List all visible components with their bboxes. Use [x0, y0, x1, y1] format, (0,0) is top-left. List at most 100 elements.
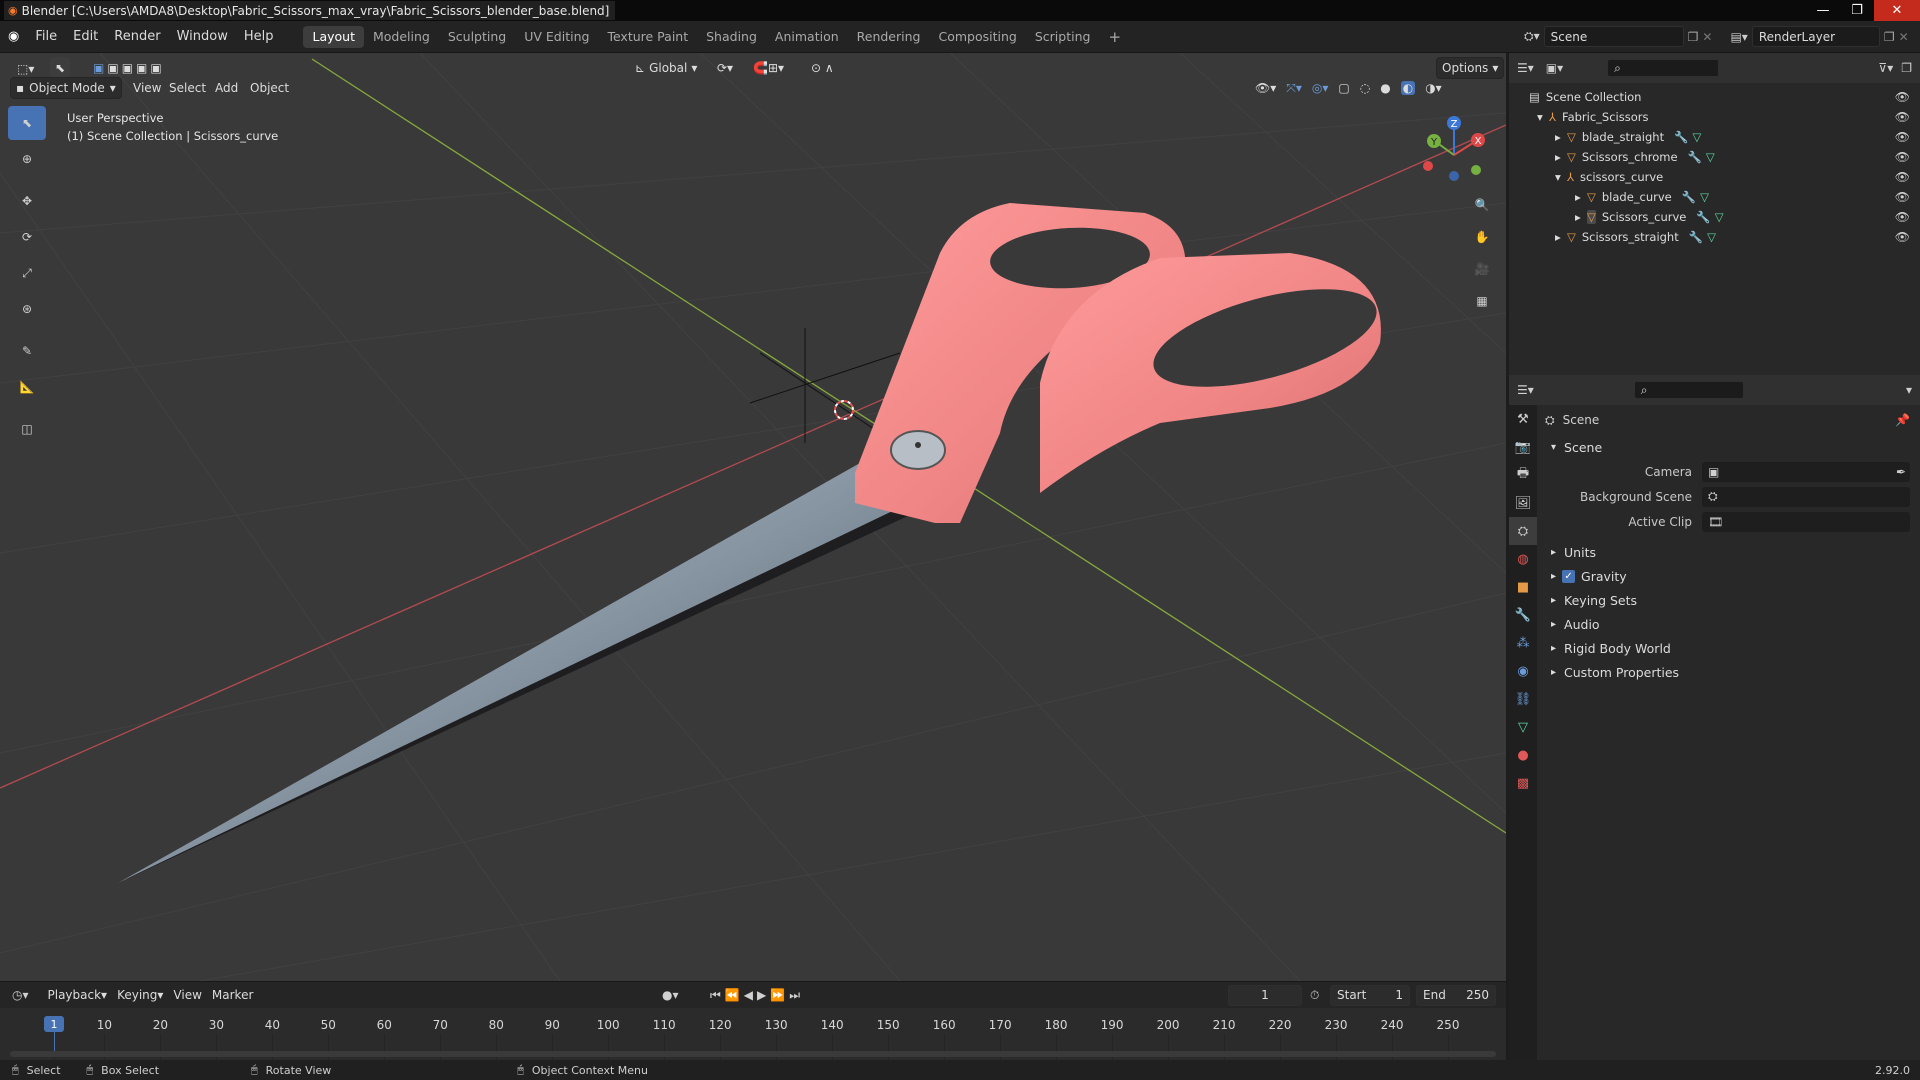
tab-uv-editing[interactable]: UV Editing [515, 26, 598, 48]
menu-select[interactable]: Select [164, 77, 211, 99]
add-cube-tool-icon[interactable]: ◫ [8, 412, 46, 446]
audio-subpanel[interactable]: ▸ Audio [1537, 612, 1920, 636]
output-tab-icon[interactable]: 🖶 [1509, 461, 1537, 489]
units-subpanel[interactable]: ▸ Units [1537, 540, 1920, 564]
outliner-row[interactable]: ▾ ⅄ scissors_curve 👁 [1509, 167, 1920, 187]
zoom-icon[interactable]: 🔍 [1468, 191, 1496, 219]
navigation-gizmo[interactable]: Z X Y [1420, 113, 1500, 193]
playhead-marker[interactable]: 1 [44, 1016, 64, 1032]
expand-arrow-icon[interactable]: ▾ [1537, 110, 1549, 124]
shading-material-icon[interactable]: ◐ [1400, 81, 1416, 95]
select-subtract-icon[interactable]: ▣ [122, 61, 133, 75]
outliner-row[interactable]: ▸ ▽ blade_curve 🔧 ▽ 👁 [1509, 187, 1920, 207]
select-box-tool-icon[interactable]: ⬉ [8, 106, 46, 140]
tab-sculpting[interactable]: Sculpting [439, 26, 515, 48]
eyedropper-icon[interactable]: ✒ [1896, 465, 1906, 479]
menu-window[interactable]: Window [169, 21, 236, 53]
pin-icon[interactable]: 📌 [1895, 413, 1910, 427]
outliner-search-input[interactable]: ⌕ [1607, 59, 1720, 77]
shading-wireframe-icon[interactable]: ◌ [1360, 81, 1370, 95]
shading-solid-icon[interactable]: ● [1380, 81, 1390, 95]
gizmo-toggle-icon[interactable]: ⤧▾ [1286, 81, 1302, 96]
display-mode-icon[interactable]: ▣▾ [1546, 61, 1563, 75]
measure-tool-icon[interactable]: 📐 [8, 370, 46, 404]
close-button[interactable]: ✕ [1874, 0, 1920, 21]
custom-properties-subpanel[interactable]: ▸ Custom Properties [1537, 660, 1920, 684]
view-layer-tab-icon[interactable]: 🖼 [1509, 489, 1537, 517]
rotate-tool-icon[interactable]: ⟳ [8, 220, 46, 254]
gravity-checkbox[interactable]: ✓ [1562, 569, 1576, 583]
tab-shading[interactable]: Shading [697, 26, 766, 48]
tab-layout[interactable]: Layout [303, 25, 364, 48]
scissors-handle[interactable] [855, 203, 1386, 523]
snap-icon[interactable]: 🧲⊞▾ [748, 57, 789, 79]
move-tool-icon[interactable]: ✥ [8, 184, 46, 218]
background-scene-field[interactable]: ⛭ [1702, 486, 1910, 507]
menu-object[interactable]: Object [245, 77, 294, 99]
world-tab-icon[interactable]: ◍ [1509, 545, 1537, 573]
scene-icon[interactable]: ⛭▾ [1524, 29, 1540, 44]
expand-arrow-icon[interactable]: ▸ [1575, 210, 1587, 224]
visibility-eye-icon[interactable]: 👁 [1895, 150, 1910, 164]
mode-dropdown[interactable]: ▪ Object Mode ▾ [10, 77, 122, 99]
expand-arrow-icon[interactable]: ▸ [1555, 150, 1567, 164]
timeline-scrollbar[interactable] [10, 1051, 1496, 1057]
tool-tab-icon[interactable]: ⚒ [1509, 405, 1537, 433]
new-scene-icon[interactable]: ❐ [1688, 30, 1699, 44]
properties-editor-type-icon[interactable]: ☰▾ [1517, 383, 1534, 397]
delete-scene-icon[interactable]: ✕ [1702, 30, 1712, 44]
visibility-eye-icon[interactable]: 👁 [1895, 190, 1910, 204]
active-clip-field[interactable]: 🎞 [1702, 511, 1910, 532]
xray-toggle-icon[interactable]: ▢ [1338, 81, 1349, 95]
menu-file[interactable]: File [27, 21, 65, 53]
expand-arrow-icon[interactable]: ▾ [1555, 170, 1567, 184]
menu-view[interactable]: View [128, 77, 166, 99]
delete-view-layer-icon[interactable]: ✕ [1899, 30, 1909, 44]
chevron-down-icon[interactable]: ▾ [1906, 383, 1912, 397]
rigid-body-world-subpanel[interactable]: ▸ Rigid Body World [1537, 636, 1920, 660]
outliner-row[interactable]: ▾ ⅄ Fabric_Scissors 👁 [1509, 107, 1920, 127]
texture-tab-icon[interactable]: ▩ [1509, 769, 1537, 797]
keying-sets-subpanel[interactable]: ▸ Keying Sets [1537, 588, 1920, 612]
scene-tab-icon[interactable]: ⛭ [1509, 517, 1537, 545]
timeline-editor[interactable]: ◷▾ Playback ▾ Keying ▾ View Marker ●▾ ⏮⏪◀▶… [0, 981, 1506, 1064]
3d-viewport[interactable]: ⬚▾ ⬉ ▣ ▣ ▣ ▣ ▣ ⊾ Global ▾ ⟳▾ 🧲⊞▾ ⊙ ∧ Options ▾ … [0, 53, 1506, 981]
modifier-tab-icon[interactable]: 🔧 [1509, 601, 1537, 629]
constraints-tab-icon[interactable]: ⛓ [1509, 685, 1537, 713]
visibility-eye-icon[interactable]: 👁 [1895, 230, 1910, 244]
transform-orientation-dropdown[interactable]: ⊾ Global ▾ [630, 57, 702, 79]
menu-render[interactable]: Render [106, 21, 168, 53]
select-tool-icon[interactable]: ⬉ [50, 57, 71, 79]
menu-help[interactable]: Help [236, 21, 282, 53]
new-view-layer-icon[interactable]: ❐ [1884, 30, 1895, 44]
outliner-row[interactable]: ▸ ▽ Scissors_straight 🔧 ▽ 👁 [1509, 227, 1920, 247]
tab-rendering[interactable]: Rendering [848, 26, 930, 48]
camera-view-icon[interactable]: 🎥 [1468, 255, 1496, 283]
material-tab-icon[interactable]: ● [1509, 741, 1537, 769]
minimize-button[interactable]: — [1806, 0, 1840, 21]
properties-search-input[interactable]: ⌕ [1633, 381, 1744, 399]
options-dropdown[interactable]: Options ▾ [1436, 57, 1505, 79]
scale-tool-icon[interactable]: ⤢ [8, 256, 46, 290]
proportional-editing-icon[interactable]: ⊙ ∧ [806, 57, 839, 79]
perspective-toggle-icon[interactable]: ▦ [1468, 287, 1496, 315]
visibility-eye-icon[interactable]: 👁 [1895, 170, 1910, 184]
filter-icon[interactable]: ⊽▾ [1878, 61, 1893, 75]
tab-texture-paint[interactable]: Texture Paint [598, 26, 697, 48]
select-extend-icon[interactable]: ▣ [107, 61, 118, 75]
visibility-icon[interactable]: 👁▾ [1255, 81, 1276, 95]
tab-animation[interactable]: Animation [766, 26, 848, 48]
select-invert-icon[interactable]: ▣ [136, 61, 147, 75]
object-tab-icon[interactable]: ■ [1509, 573, 1537, 601]
camera-field[interactable]: ▣ ✒ [1702, 461, 1910, 482]
scene-selector[interactable]: Scene [1543, 26, 1684, 47]
new-collection-icon[interactable]: ❐ [1901, 61, 1912, 75]
transform-tool-icon[interactable]: ⊛ [8, 292, 46, 326]
outliner-row[interactable]: ▸ ▽ blade_straight 🔧 ▽ 👁 [1509, 127, 1920, 147]
physics-tab-icon[interactable]: ◉ [1509, 657, 1537, 685]
menu-add[interactable]: Add [210, 77, 243, 99]
scene-subpanel-header[interactable]: ▾ Scene [1537, 435, 1920, 459]
view-layer-selector[interactable]: RenderLayer [1751, 26, 1880, 47]
overlay-toggle-icon[interactable]: ◎▾ [1312, 81, 1329, 95]
outliner-row-scene-collection[interactable]: ▤ Scene Collection 👁 [1509, 87, 1920, 107]
